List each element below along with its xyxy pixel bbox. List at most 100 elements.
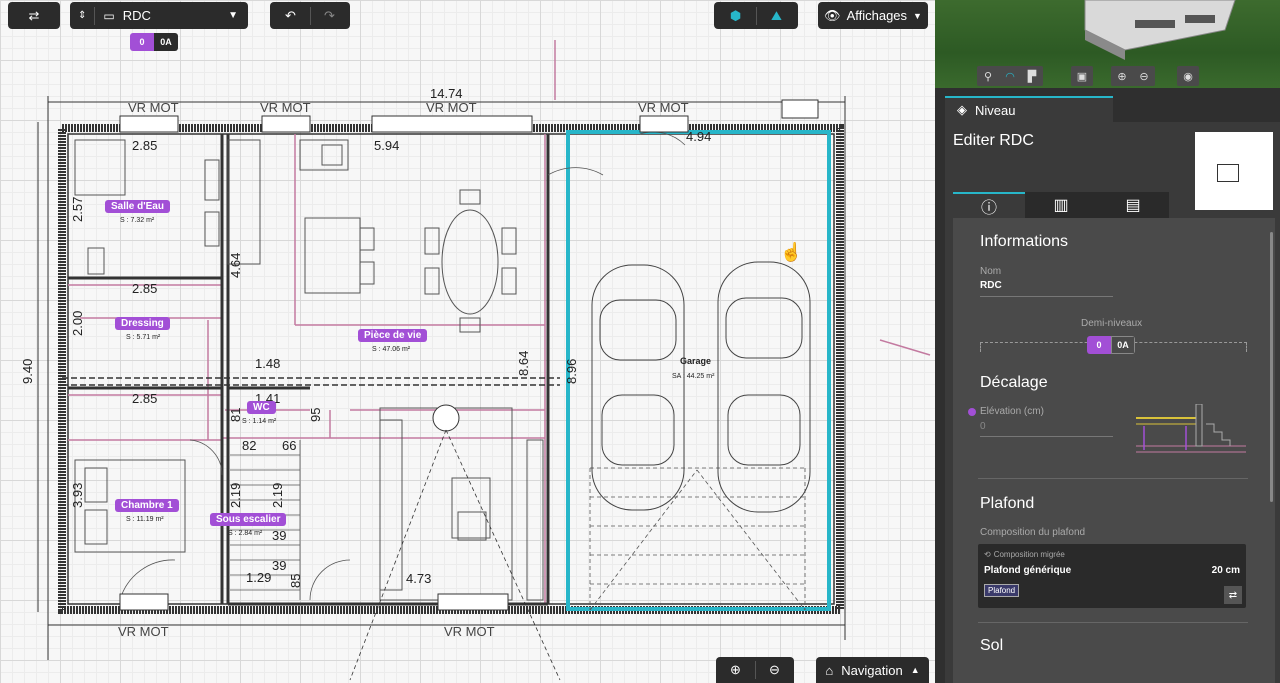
room-label-wc[interactable]: WC bbox=[247, 401, 276, 414]
undo-redo-group: ↶ ↷ bbox=[270, 2, 350, 29]
vr-mot-label: VR MOT bbox=[128, 100, 179, 115]
level-icon: ▭ bbox=[103, 8, 115, 23]
half-level-switch[interactable]: 0 0A bbox=[1087, 336, 1135, 354]
swap-button[interactable]: ⇄ bbox=[1224, 586, 1242, 604]
name-label: Nom bbox=[980, 266, 1002, 277]
room-label-sous-escalier[interactable]: Sous escalier bbox=[210, 513, 287, 526]
garage-name[interactable]: Garage bbox=[680, 356, 711, 366]
info-section: Informations Nom RDC Demi-niveaux 0 0A D… bbox=[953, 218, 1275, 683]
panel-tabs: ⓘ ▥ ▤ bbox=[953, 192, 1169, 218]
half-level-0a[interactable]: 0A bbox=[154, 33, 178, 51]
history-icon: ⟲ bbox=[984, 550, 991, 559]
navigation-button[interactable]: ⌂ Navigation ▲ bbox=[816, 657, 929, 683]
terrain-icon[interactable]: ⛰ bbox=[757, 2, 797, 29]
swap-arrows-icon: ⇄ bbox=[28, 7, 40, 23]
dim-200: 2.00 bbox=[70, 310, 85, 336]
dim-219a: 2.19 bbox=[228, 482, 243, 508]
dim-082: 82 bbox=[242, 438, 257, 453]
ceiling-composition-label: Composition du plafond bbox=[980, 527, 1086, 538]
vr-mot-label: VR MOT bbox=[260, 100, 311, 115]
dim-148: 1.48 bbox=[255, 356, 281, 371]
dim-257: 2.57 bbox=[70, 196, 85, 222]
orbit-icon[interactable]: ◠ bbox=[999, 66, 1021, 86]
cube-icon[interactable]: ⬢ bbox=[716, 2, 756, 29]
tab-walls[interactable]: ▥ bbox=[1025, 192, 1097, 218]
mouse-icon[interactable]: ◉ bbox=[1177, 66, 1199, 86]
vr-mot-label: VR MOT bbox=[118, 624, 169, 639]
tab-info[interactable]: ⓘ bbox=[953, 192, 1025, 218]
ceiling-composition-card[interactable]: ⟲ Composition migrée Plafond générique 2… bbox=[978, 544, 1246, 608]
room-label-salle-deau[interactable]: Salle d'Eau bbox=[105, 200, 170, 213]
tab-niveau[interactable]: ◈ Niveau bbox=[945, 96, 1113, 122]
redo-icon[interactable]: ↷ bbox=[311, 2, 349, 29]
level-thumbnail[interactable] bbox=[1195, 132, 1273, 210]
undo-icon[interactable]: ↶ bbox=[272, 2, 310, 29]
view-mode-group: ⬢ ⛰ bbox=[714, 2, 798, 29]
mouse-icon: ⌂ bbox=[825, 662, 834, 678]
room-area: S : 11.19 m² bbox=[126, 516, 164, 523]
room-area: S : 47.06 m² bbox=[372, 346, 411, 353]
level-select[interactable]: ⇕ ▭ RDC ▼ bbox=[70, 2, 248, 29]
tab-rooms[interactable]: ▤ bbox=[1097, 192, 1169, 218]
zoom-in-icon[interactable]: ⊕ bbox=[1111, 66, 1133, 86]
garage-area: SA : 44.25 m² bbox=[672, 373, 715, 380]
dim-285a: 2.85 bbox=[132, 138, 158, 153]
level-name: RDC bbox=[122, 8, 151, 23]
zoom-out-icon[interactable]: ⊖ bbox=[1133, 66, 1155, 86]
displays-label: Affichages bbox=[846, 8, 908, 23]
walls-icon: ▥ bbox=[1053, 197, 1069, 214]
elevation-input[interactable]: 0 bbox=[980, 421, 986, 432]
dim-940: 9.40 bbox=[20, 358, 35, 384]
hand-cursor-icon: ☝ bbox=[780, 242, 803, 262]
info-title: Informations bbox=[980, 233, 1069, 250]
plan-icon[interactable]: ▛ bbox=[1021, 66, 1043, 86]
switch-view-button[interactable]: ⇄ bbox=[8, 2, 60, 29]
room-label-piece-de-vie[interactable]: Pièce de vie bbox=[358, 329, 428, 342]
dim-896: 8.96 bbox=[564, 358, 579, 384]
room-area: S : 5.71 m² bbox=[126, 334, 161, 341]
offset-title: Décalage bbox=[980, 374, 1048, 391]
3d-preview[interactable]: ⚲ ◠ ▛ ▣ ⊕ ⊖ ◉ bbox=[935, 0, 1280, 88]
dim-594: 5.94 bbox=[374, 138, 400, 153]
half-level-switch[interactable]: 0 0A bbox=[130, 33, 178, 51]
side-panel: ⚲ ◠ ▛ ▣ ⊕ ⊖ ◉ ◈ Niveau Editer RDC ⓘ ▥ ▤ bbox=[935, 0, 1280, 683]
dim-085: 85 bbox=[288, 573, 303, 588]
dim-285c: 2.85 bbox=[132, 391, 158, 406]
name-input[interactable]: RDC bbox=[980, 280, 1002, 291]
half-level-0a[interactable]: 0A bbox=[1111, 336, 1135, 354]
vr-mot-label: VR MOT bbox=[426, 100, 477, 115]
vr-mot-label: VR MOT bbox=[638, 100, 689, 115]
person-icon[interactable]: ⚲ bbox=[977, 66, 999, 86]
panel-body: Editer RDC ⓘ ▥ ▤ Informations Nom RDC De… bbox=[945, 122, 1280, 683]
half-level-0[interactable]: 0 bbox=[1087, 336, 1111, 354]
half-level-0[interactable]: 0 bbox=[130, 33, 154, 51]
status-dot bbox=[968, 408, 976, 416]
camera-icon[interactable]: ▣ bbox=[1071, 66, 1093, 86]
scrollbar[interactable] bbox=[1270, 232, 1273, 502]
dim-864: 8.64 bbox=[516, 350, 531, 376]
dim-285b: 2.85 bbox=[132, 281, 158, 296]
ceiling-tag: Plafond bbox=[984, 584, 1020, 597]
chevron-down-icon: ▼ bbox=[228, 10, 238, 21]
mouse-tool: ◉ bbox=[1177, 66, 1199, 86]
view-tools-group: ⚲ ◠ ▛ bbox=[977, 66, 1043, 86]
displays-button[interactable]: 👁 Affichages ▼ bbox=[818, 2, 928, 29]
navigation-label: Navigation bbox=[841, 662, 903, 678]
dim-464: 4.64 bbox=[228, 252, 243, 278]
rooms-icon: ▤ bbox=[1125, 197, 1141, 214]
dim-129: 1.29 bbox=[246, 570, 272, 585]
dim-total-width: 14.74 bbox=[430, 86, 463, 101]
level-icon bbox=[1217, 164, 1239, 182]
room-label-chambre-1[interactable]: Chambre 1 bbox=[115, 499, 179, 512]
camera-tool: ▣ bbox=[1071, 66, 1093, 86]
dim-066: 66 bbox=[282, 438, 297, 453]
zoom-in-icon[interactable]: ⊕ bbox=[717, 657, 755, 683]
dim-393: 3.93 bbox=[70, 482, 85, 508]
dim-081: 81 bbox=[228, 407, 243, 422]
room-label-dressing[interactable]: Dressing bbox=[115, 317, 170, 330]
dim-039: 39 bbox=[272, 528, 287, 543]
dim-494: 4.94 bbox=[686, 129, 712, 144]
elevation-label: Elévation (cm) bbox=[980, 406, 1044, 417]
zoom-out-icon[interactable]: ⊖ bbox=[756, 657, 794, 683]
plan-canvas[interactable]: 14.74 5.94 4.94 2.85 2.85 2.85 1.48 1.41… bbox=[0, 0, 935, 683]
